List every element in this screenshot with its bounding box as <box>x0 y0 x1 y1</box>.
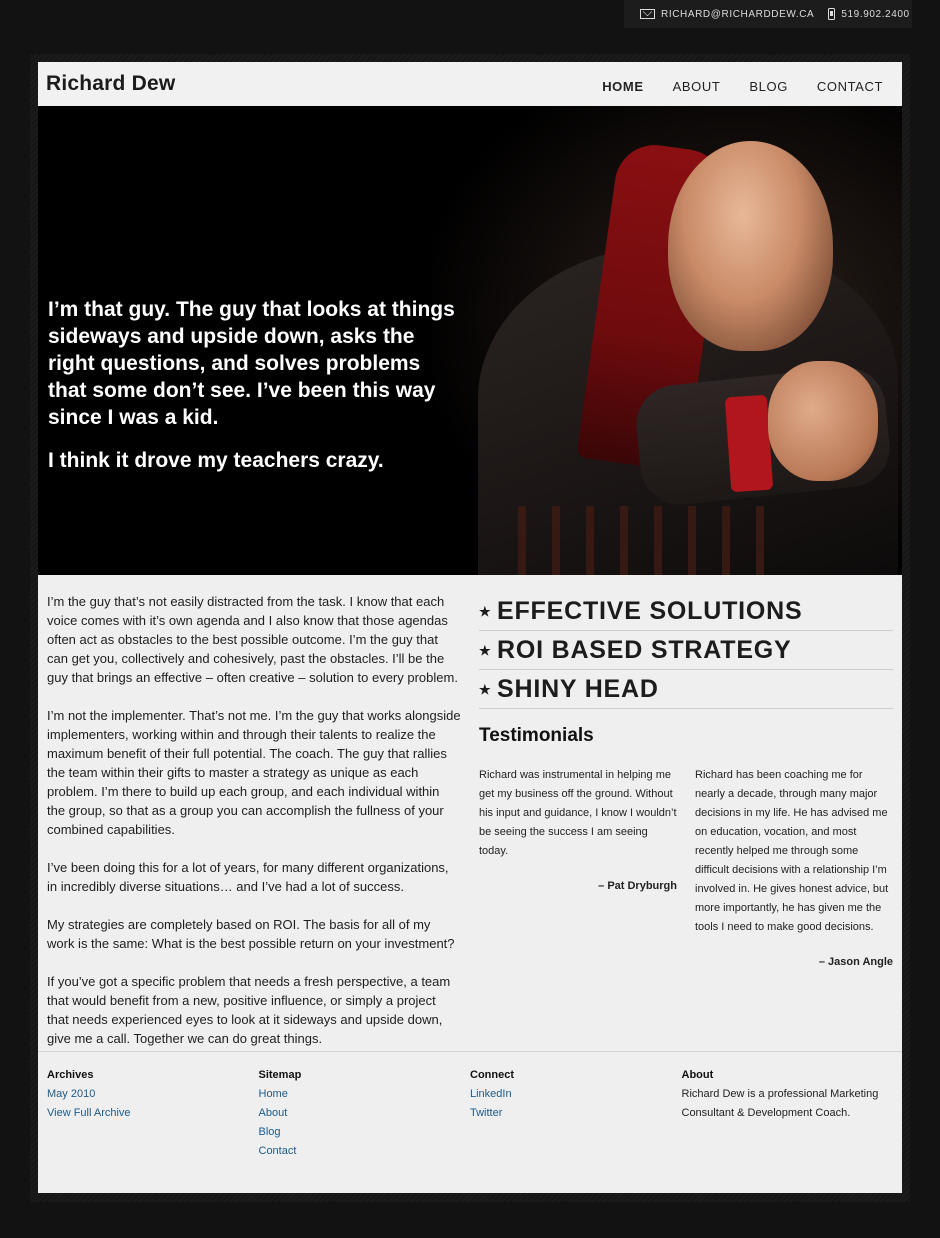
footer-link-blog[interactable]: Blog <box>259 1123 471 1142</box>
footer-archives: Archives May 2010 View Full Archive <box>47 1066 259 1175</box>
footer-heading: Sitemap <box>258 1069 302 1081</box>
contact-bar: RICHARD@RICHARDDEW.CA 519.902.2400 <box>624 0 912 28</box>
feature-item: ★ EFFECTIVE SOLUTIONS <box>479 592 893 631</box>
photo-chair <box>518 506 778 575</box>
photo-cuff <box>724 394 774 493</box>
phone-text[interactable]: 519.902.2400 <box>841 9 909 20</box>
intro-paragraph: I’m the guy that’s not easily distracted… <box>47 594 458 685</box>
intro-paragraph: If you’ve got a specific problem that ne… <box>47 974 451 1046</box>
footer-about-text: Richard Dew is a professional Marketing … <box>681 1088 879 1119</box>
footer-link-home[interactable]: Home <box>259 1085 471 1104</box>
testimonial: Richard was instrumental in helping me g… <box>479 766 677 972</box>
main-nav: HOME ABOUT BLOG CONTACT <box>602 79 883 94</box>
phone-contact[interactable]: 519.902.2400 <box>828 8 909 20</box>
intro-paragraph: I’ve been doing this for a lot of years,… <box>47 860 449 894</box>
hero-quote-line-1: I’m that guy. The guy that looks at thin… <box>48 298 455 429</box>
phone-icon <box>828 8 836 20</box>
footer-about: About Richard Dew is a professional Mark… <box>682 1066 894 1175</box>
footer-link-may-2010[interactable]: May 2010 <box>47 1085 259 1104</box>
star-icon: ★ <box>479 681 492 697</box>
intro-paragraph: I’m not the implementer. That’s not me. … <box>47 708 461 837</box>
main-content: I’m the guy that’s not easily distracted… <box>38 575 902 1051</box>
page: Richard Dew HOME ABOUT BLOG CONTACT I’m … <box>38 62 902 1193</box>
intro-text: I’m the guy that’s not easily distracted… <box>47 592 461 1051</box>
photo-head <box>668 141 833 351</box>
footer-link-contact[interactable]: Contact <box>259 1142 471 1161</box>
feature-label: EFFECTIVE SOLUTIONS <box>497 597 803 625</box>
sidebar: ★ EFFECTIVE SOLUTIONS ★ ROI BASED STRATE… <box>479 592 893 1051</box>
footer-heading: Connect <box>470 1069 514 1081</box>
testimonial-text: Richard has been coaching me for nearly … <box>695 769 889 933</box>
nav-about[interactable]: ABOUT <box>673 79 721 94</box>
testimonial-author: – Pat Dryburgh <box>598 880 677 892</box>
footer-sitemap: Sitemap Home About Blog Contact <box>259 1066 471 1175</box>
nav-contact[interactable]: CONTACT <box>817 79 883 94</box>
testimonials: Richard was instrumental in helping me g… <box>479 766 893 972</box>
feature-label: SHINY HEAD <box>497 675 659 703</box>
testimonial-text: Richard was instrumental in helping me g… <box>479 769 677 857</box>
nav-home[interactable]: HOME <box>602 79 643 94</box>
star-icon: ★ <box>479 642 492 658</box>
testimonials-heading: Testimonials <box>479 725 594 746</box>
site-footer: Archives May 2010 View Full Archive Site… <box>38 1051 902 1175</box>
email-contact[interactable]: RICHARD@RICHARDDEW.CA <box>640 9 814 20</box>
footer-heading: About <box>681 1069 714 1081</box>
hero-banner: I’m that guy. The guy that looks at thin… <box>38 106 902 575</box>
feature-label: ROI BASED STRATEGY <box>497 636 792 664</box>
intro-paragraph: My strategies are completely based on RO… <box>47 917 455 951</box>
mail-icon <box>640 9 655 19</box>
email-text[interactable]: RICHARD@RICHARDDEW.CA <box>661 9 814 20</box>
star-icon: ★ <box>479 603 492 619</box>
testimonial: Richard has been coaching me for nearly … <box>695 766 893 972</box>
footer-link-linkedin[interactable]: LinkedIn <box>470 1085 682 1104</box>
footer-link-about[interactable]: About <box>259 1104 471 1123</box>
photo-hand <box>768 361 878 481</box>
footer-connect: Connect LinkedIn Twitter <box>470 1066 682 1175</box>
site-logo[interactable]: Richard Dew <box>46 72 175 96</box>
footer-link-twitter[interactable]: Twitter <box>470 1104 682 1123</box>
testimonial-author: – Jason Angle <box>818 956 893 968</box>
nav-blog[interactable]: BLOG <box>749 79 788 94</box>
feature-item: ★ SHINY HEAD <box>479 670 893 709</box>
hero-quote-line-2: I think it drove my teachers crazy. <box>48 449 384 472</box>
footer-link-full-archive[interactable]: View Full Archive <box>47 1104 259 1123</box>
footer-heading: Archives <box>47 1069 94 1081</box>
feature-item: ★ ROI BASED STRATEGY <box>479 631 893 670</box>
hero-quote: I’m that guy. The guy that looks at thin… <box>48 296 458 490</box>
site-header: Richard Dew HOME ABOUT BLOG CONTACT <box>38 62 902 106</box>
